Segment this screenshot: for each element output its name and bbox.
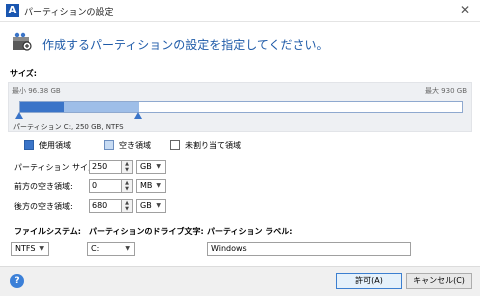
- filesystem-select[interactable]: NTFS ▼: [11, 242, 49, 256]
- volume-label-label: パーティション ラベル:: [207, 227, 293, 236]
- drive-letter-select[interactable]: C: ▼: [87, 242, 135, 256]
- chevron-down-icon: ▼: [125, 245, 130, 252]
- legend-free-label: 空き領域: [119, 140, 151, 150]
- unallocated-swatch: [170, 140, 180, 150]
- legend-used: 使用領域: [24, 139, 71, 151]
- free-after-unit-value: GB: [140, 201, 152, 210]
- header-text: 作成するパーティションの設定を指定してください。: [42, 38, 329, 52]
- app-logo-icon: A: [6, 4, 19, 17]
- chevron-down-icon: ▼: [156, 163, 161, 170]
- size-slider-panel: 最小 96.38 GB 最大 930 GB パーティション C:, 250 GB…: [8, 82, 472, 132]
- ok-button[interactable]: 許可(A): [336, 273, 402, 289]
- drive-letter-label: パーティションのドライブ文字:: [89, 227, 204, 236]
- chevron-down-icon: ▼: [39, 245, 44, 252]
- partition-info-label: パーティション C:, 250 GB, NTFS: [13, 123, 124, 131]
- legend-unallocated-label: 未割り当て領域: [185, 140, 241, 150]
- dialog-footer: ? 許可(A) キャンセル(C): [0, 266, 480, 296]
- size-label: サイズ:: [10, 69, 37, 78]
- free-after-spinner[interactable]: ▲ ▼: [121, 199, 133, 213]
- legend-free: 空き領域: [104, 139, 151, 151]
- used-space-swatch: [24, 140, 34, 150]
- free-space-swatch: [104, 140, 114, 150]
- filesystem-value: NTFS: [15, 244, 36, 253]
- free-before-spinner[interactable]: ▲ ▼: [121, 179, 133, 193]
- cancel-button[interactable]: キャンセル(C): [406, 273, 472, 289]
- used-space-bar-segment: [20, 102, 64, 112]
- title-bar: A パーティションの設定 ✕: [0, 0, 480, 22]
- partition-size-unit-value: GB: [140, 162, 152, 171]
- close-icon[interactable]: ✕: [460, 3, 470, 17]
- free-before-label: 前方の空き領域:: [14, 182, 73, 191]
- filesystem-label: ファイルシステム:: [14, 227, 81, 236]
- chevron-down-icon: ▼: [156, 202, 161, 209]
- partition-size-bar[interactable]: [19, 101, 463, 113]
- chevron-down-icon: ▼: [156, 182, 161, 189]
- partition-start-handle[interactable]: [15, 112, 23, 119]
- partition-size-label: パーティション サイズ:: [14, 163, 99, 172]
- partition-size-spinner[interactable]: ▲ ▼: [121, 160, 133, 174]
- help-icon[interactable]: ?: [10, 274, 24, 288]
- drive-letter-value: C:: [91, 244, 100, 253]
- free-before-unit-select[interactable]: MB ▼: [136, 179, 166, 193]
- legend-used-label: 使用領域: [39, 140, 71, 150]
- window-title: パーティションの設定: [24, 8, 114, 18]
- free-after-unit-select[interactable]: GB ▼: [136, 199, 166, 213]
- min-size-label: 最小 96.38 GB: [12, 87, 61, 95]
- partition-size-unit-select[interactable]: GB ▼: [136, 160, 166, 174]
- partition-settings-icon: [13, 32, 32, 51]
- partition-end-handle[interactable]: [134, 112, 142, 119]
- volume-label-input[interactable]: Windows: [207, 242, 411, 256]
- free-after-label: 後方の空き領域:: [14, 202, 73, 211]
- max-size-label: 最大 930 GB: [424, 87, 467, 95]
- legend-unallocated: 未割り当て領域: [170, 139, 241, 151]
- free-before-unit-value: MB: [140, 181, 153, 190]
